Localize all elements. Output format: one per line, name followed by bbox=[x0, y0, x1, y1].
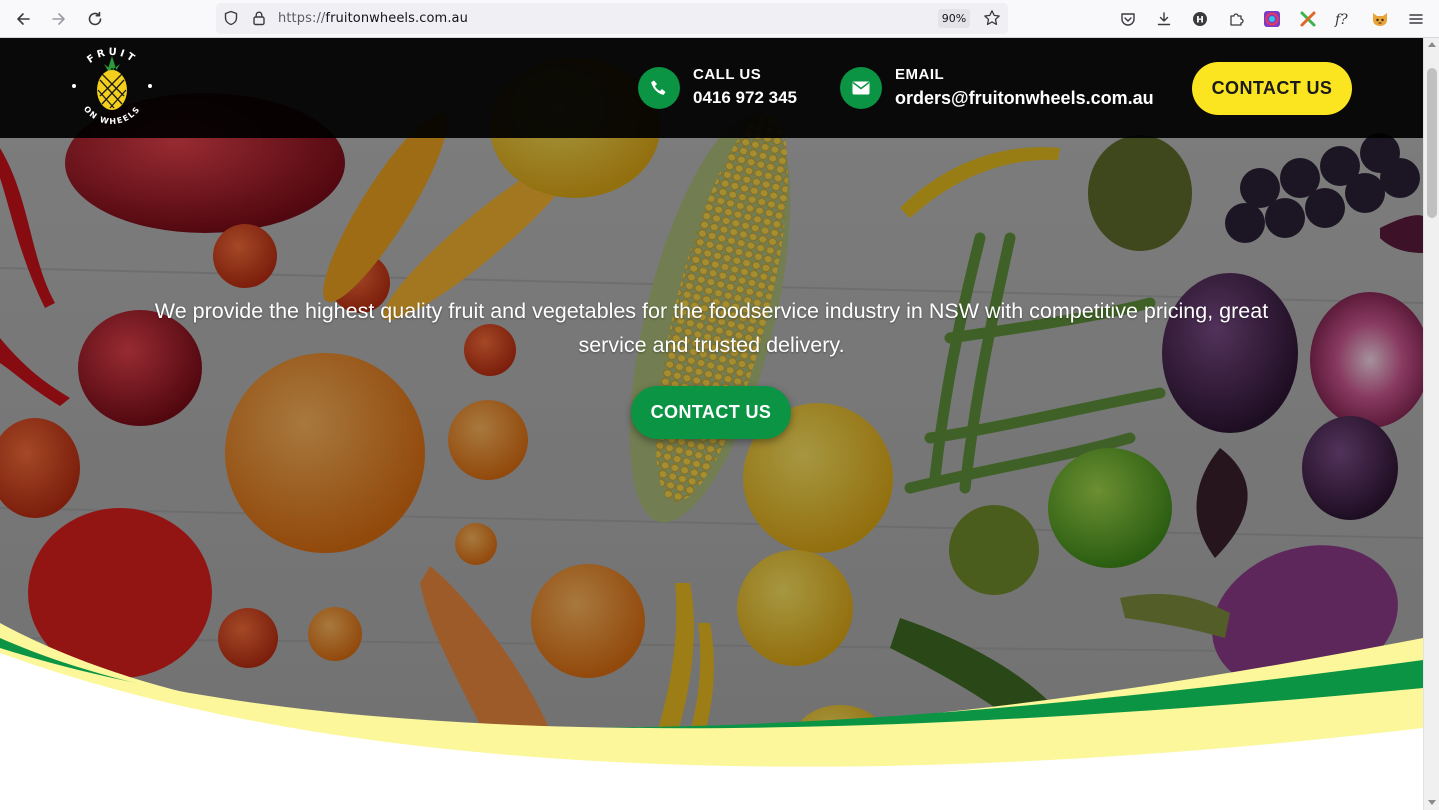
scroll-up-arrow-icon[interactable] bbox=[1428, 42, 1436, 47]
shield-icon[interactable] bbox=[220, 7, 242, 29]
color-picker-extension-icon[interactable] bbox=[1261, 8, 1283, 30]
fox-extension-icon[interactable] bbox=[1369, 8, 1391, 30]
h-extension-icon[interactable]: H bbox=[1189, 8, 1211, 30]
svg-text:H: H bbox=[1196, 16, 1204, 26]
zoom-level-badge[interactable]: 90% bbox=[938, 9, 970, 28]
hero-section: FRUIT ON WHEELS CALL US 0416 972 345 EMA… bbox=[0, 38, 1423, 810]
call-us-block[interactable]: CALL US 0416 972 345 bbox=[638, 66, 797, 109]
lock-icon[interactable] bbox=[248, 7, 270, 29]
font-finder-extension-icon[interactable]: f? bbox=[1333, 8, 1355, 30]
email-label: EMAIL bbox=[895, 66, 945, 83]
forward-arrow-icon[interactable] bbox=[48, 8, 70, 30]
extensions-puzzle-icon[interactable] bbox=[1225, 8, 1247, 30]
phone-icon bbox=[638, 67, 680, 109]
svg-text:f?: f? bbox=[1334, 12, 1348, 28]
url-scheme: https:// bbox=[278, 11, 326, 26]
header-contact-us-button[interactable]: CONTACT US bbox=[1192, 62, 1352, 115]
email-block[interactable]: EMAIL orders@fruitonwheels.com.au bbox=[840, 66, 1154, 109]
x-extension-icon[interactable] bbox=[1297, 8, 1319, 30]
url-domain: fruitonwheels.com.au bbox=[325, 11, 468, 26]
scrollbar-thumb[interactable] bbox=[1427, 68, 1437, 218]
menu-hamburger-icon[interactable] bbox=[1405, 8, 1427, 30]
browser-toolbar: https://fruitonwheels.com.au 90% H f? bbox=[0, 0, 1439, 38]
envelope-icon bbox=[840, 67, 882, 109]
hero-tagline: We provide the highest quality fruit and… bbox=[154, 299, 1269, 357]
address-bar[interactable]: https://fruitonwheels.com.au 90% bbox=[216, 3, 1008, 34]
download-icon[interactable] bbox=[1153, 8, 1175, 30]
back-arrow-icon[interactable] bbox=[12, 8, 34, 30]
call-us-label: CALL US bbox=[693, 66, 762, 83]
fruit-on-wheels-logo[interactable]: FRUIT ON WHEELS bbox=[66, 40, 158, 134]
phone-number[interactable]: 0416 972 345 bbox=[693, 87, 797, 109]
page-viewport: FRUIT ON WHEELS CALL US 0416 972 345 EMA… bbox=[0, 38, 1423, 810]
pocket-icon[interactable] bbox=[1117, 8, 1139, 30]
reload-icon[interactable] bbox=[84, 8, 106, 30]
bookmark-star-icon[interactable] bbox=[981, 7, 1003, 29]
site-header: FRUIT ON WHEELS CALL US 0416 972 345 EMA… bbox=[0, 38, 1423, 138]
hero-contact-us-button[interactable]: CONTACT US bbox=[631, 386, 791, 439]
url-text[interactable]: https://fruitonwheels.com.au bbox=[278, 11, 468, 26]
scroll-down-arrow-icon[interactable] bbox=[1428, 800, 1436, 805]
page-scrollbar[interactable] bbox=[1423, 38, 1439, 810]
email-address[interactable]: orders@fruitonwheels.com.au bbox=[895, 87, 1154, 109]
